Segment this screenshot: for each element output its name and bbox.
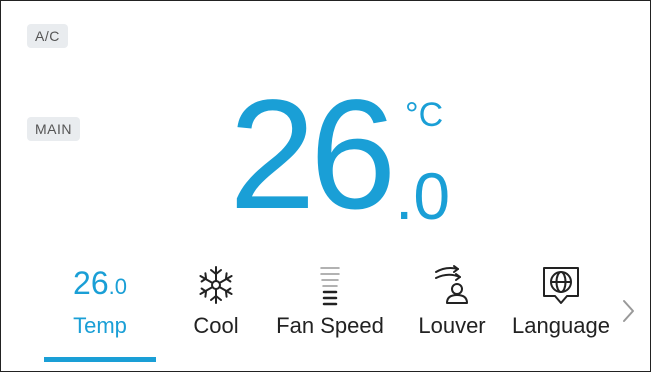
temperature-unit: °C bbox=[405, 96, 444, 134]
tab-language[interactable]: Language bbox=[505, 259, 617, 359]
mini-temperature: 26.0 bbox=[73, 257, 127, 313]
active-tab-indicator bbox=[44, 357, 156, 362]
chevron-right-icon[interactable] bbox=[618, 295, 638, 327]
temperature-decimal: .0 bbox=[395, 159, 451, 233]
temperature-display: 26 .0 °C bbox=[229, 65, 469, 245]
function-tab-bar: 26.0 Temp Cool Fan Speed Louver Language bbox=[1, 259, 650, 371]
tab-louver-label: Louver bbox=[418, 313, 486, 338]
tab-temp-label: Temp bbox=[73, 313, 127, 338]
tab-fan-speed[interactable]: Fan Speed bbox=[269, 259, 391, 359]
louver-icon bbox=[435, 265, 468, 304]
tab-louver[interactable]: Louver bbox=[407, 259, 497, 359]
tab-language-label: Language bbox=[512, 313, 610, 338]
tab-cool[interactable]: Cool bbox=[179, 259, 253, 359]
ac-control-panel: A/C MAIN 26 .0 °C 26.0 Temp Cool Fan Spe… bbox=[0, 0, 651, 372]
fan-speed-icon bbox=[320, 267, 340, 306]
snowflake-icon bbox=[199, 266, 233, 304]
globe-icon bbox=[543, 267, 579, 304]
main-tag: MAIN bbox=[27, 117, 80, 141]
tab-fan-speed-label: Fan Speed bbox=[276, 313, 384, 338]
temperature-integer: 26 bbox=[229, 68, 397, 242]
mini-temperature-integer: 26 bbox=[73, 265, 109, 301]
tab-temp[interactable]: 26.0 Temp bbox=[44, 259, 156, 359]
ac-tag: A/C bbox=[27, 24, 68, 48]
tab-cool-label: Cool bbox=[193, 313, 239, 338]
mini-temperature-decimal: .0 bbox=[108, 274, 127, 299]
